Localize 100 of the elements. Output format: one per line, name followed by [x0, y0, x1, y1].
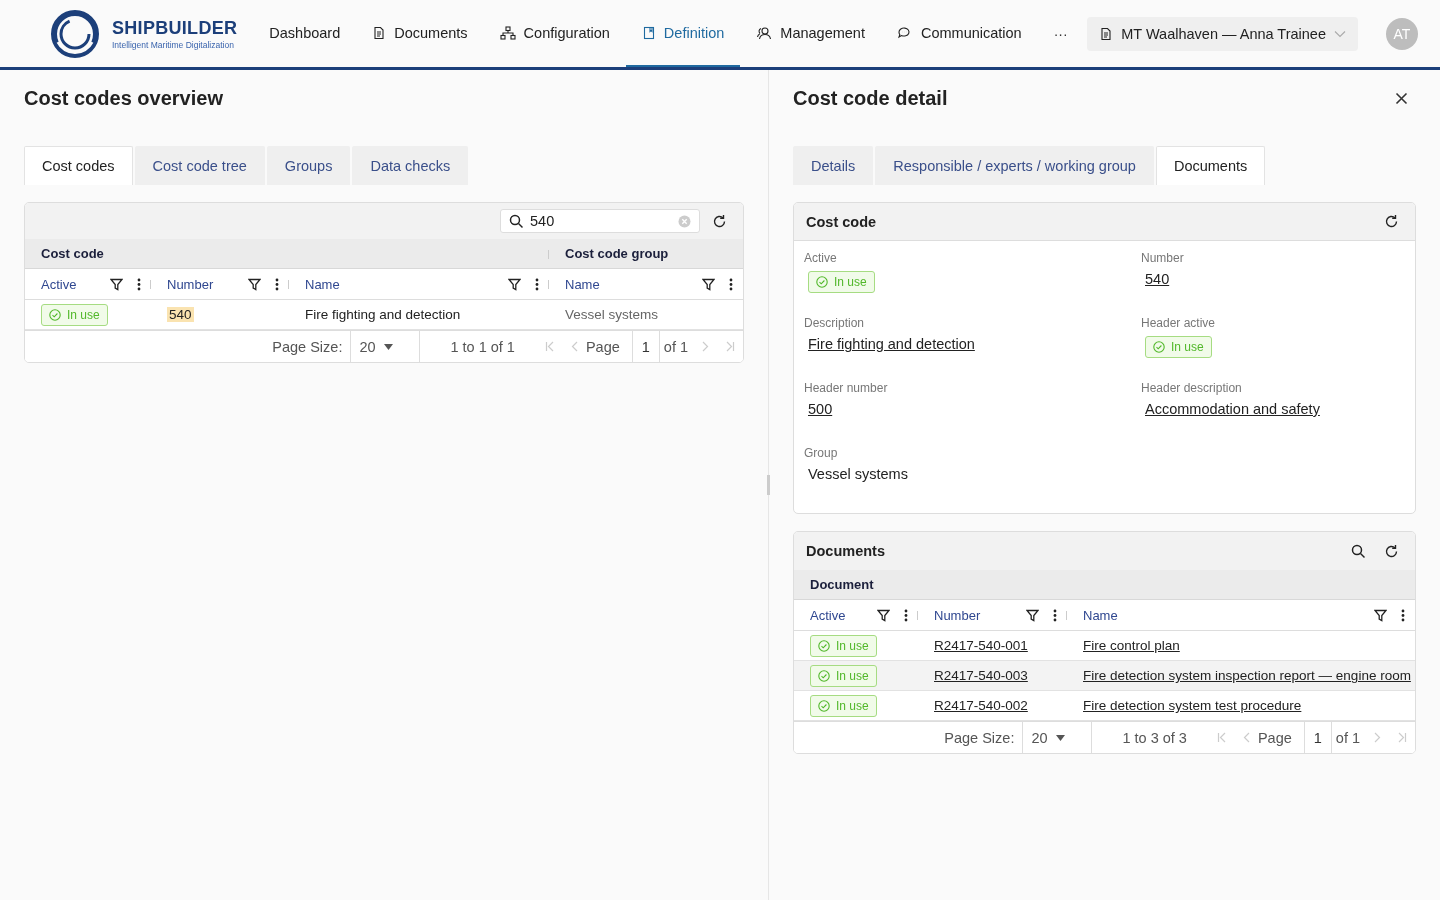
page-label: Page — [585, 337, 621, 357]
column-header[interactable]: Number — [918, 600, 1067, 631]
column-header[interactable]: Name — [549, 269, 743, 300]
refresh-icon[interactable] — [712, 213, 727, 229]
field-label: Number — [1141, 251, 1185, 265]
people-icon — [756, 25, 773, 40]
table-link[interactable]: Fire control plan — [1083, 638, 1180, 653]
tab[interactable]: Data checks — [352, 146, 469, 185]
more-icon[interactable] — [729, 277, 733, 291]
brand-tagline: Intelligent Maritime Digitalization — [112, 39, 235, 50]
filter-icon[interactable] — [702, 277, 715, 291]
column-header[interactable]: Name — [289, 269, 549, 300]
brand-name: SHIPBUILDER — [112, 17, 238, 39]
more-icon[interactable] — [275, 277, 279, 291]
tab[interactable]: Documents — [1155, 146, 1266, 185]
search-icon — [509, 213, 524, 229]
caret-down-icon — [383, 343, 393, 350]
status-badge: In use — [1145, 336, 1212, 358]
nav-tab[interactable]: Definition — [625, 0, 741, 67]
card-title: Cost code — [806, 213, 877, 230]
table-link[interactable]: Fire detection system test procedure — [1083, 698, 1302, 713]
caret-down-icon — [1055, 734, 1065, 741]
tab[interactable]: Cost codes — [24, 146, 133, 185]
nav-tab[interactable]: Documents — [356, 0, 484, 67]
status-badge: In use — [810, 634, 877, 657]
column-header[interactable]: Active — [25, 269, 151, 300]
field-link[interactable]: 540 — [1145, 271, 1170, 287]
filter-icon[interactable] — [1026, 608, 1039, 622]
nav-tab[interactable]: Management — [740, 0, 881, 67]
nav-tab[interactable]: Configuration — [483, 0, 626, 67]
tab[interactable]: Details — [793, 146, 874, 185]
page-size-label: Page Size: — [944, 728, 1016, 748]
row-range: 1 to 1 of 1 — [449, 337, 516, 357]
table-link[interactable]: R2417-540-003 — [934, 668, 1028, 683]
refresh-icon[interactable] — [1384, 543, 1399, 559]
field-label: Header active — [1141, 316, 1217, 330]
column-header[interactable]: Active — [794, 600, 918, 631]
panel-title: Cost codes overview — [24, 86, 223, 110]
page-count: of 1 — [663, 337, 689, 357]
search-icon[interactable] — [1351, 543, 1366, 559]
table-row[interactable]: In use R2417-540-003 Fire detection system inspection report — engine room — [794, 661, 1415, 691]
page-size-select[interactable]: 20 — [1022, 722, 1093, 753]
filter-icon[interactable] — [110, 277, 123, 291]
status-badge: In use — [41, 303, 108, 326]
table-link[interactable]: R2417-540-002 — [934, 698, 1028, 713]
status-badge: In use — [808, 271, 875, 293]
filter-icon[interactable] — [1374, 608, 1387, 622]
card-title: Documents — [806, 543, 885, 559]
table-cell: Vessel systems — [565, 307, 659, 322]
page-number-field[interactable]: 1 — [631, 331, 660, 362]
refresh-icon[interactable] — [1384, 214, 1399, 229]
page-count: of 1 — [1335, 728, 1361, 748]
filter-icon[interactable] — [877, 608, 890, 622]
hierarchy-icon — [499, 25, 516, 40]
field-link[interactable]: Fire fighting and detection — [808, 336, 975, 352]
table-cell: Fire fighting and detection — [305, 307, 461, 322]
field-label: Header number — [804, 381, 889, 395]
page-label: Page — [1257, 728, 1293, 748]
chevron-down-icon — [1334, 29, 1346, 38]
status-badge: In use — [810, 664, 877, 687]
column-group-header: Cost code group — [549, 239, 743, 269]
book-icon — [641, 25, 656, 40]
panel-title: Cost code detail — [793, 86, 948, 110]
filter-icon[interactable] — [248, 277, 261, 291]
field-label: Group — [804, 446, 839, 460]
filter-icon[interactable] — [508, 277, 521, 291]
more-icon[interactable] — [1053, 608, 1057, 622]
field-label: Description — [804, 316, 866, 330]
nav-tab[interactable]: Dashboard — [253, 0, 357, 67]
field-label: Active — [804, 251, 838, 265]
tab[interactable]: Groups — [266, 146, 351, 185]
column-group-header: Cost code — [25, 239, 549, 269]
tab[interactable]: Cost code tree — [134, 146, 265, 185]
column-header[interactable]: Number — [151, 269, 289, 300]
status-badge: In use — [810, 694, 877, 717]
field-label: Header description — [1141, 381, 1243, 395]
page-number-field[interactable]: 1 — [1303, 722, 1332, 753]
row-range: 1 to 3 of 3 — [1121, 728, 1188, 748]
document-icon — [1099, 26, 1114, 41]
more-menu[interactable]: ··· — [1043, 25, 1078, 42]
chat-icon — [896, 25, 913, 40]
page-size-label: Page Size: — [272, 337, 344, 357]
more-icon[interactable] — [535, 277, 539, 291]
search-field[interactable]: 540 — [500, 209, 700, 233]
field-link[interactable]: Accommodation and safety — [1145, 401, 1320, 417]
logo-icon — [50, 8, 100, 59]
page-size-select[interactable]: 20 — [350, 331, 421, 362]
nav-tab[interactable]: Communication — [880, 0, 1038, 67]
table-link[interactable]: Fire detection system inspection report — engine room — [1083, 668, 1411, 683]
more-icon[interactable] — [137, 277, 141, 291]
table-link[interactable]: R2417-540-001 — [934, 638, 1028, 653]
column-header[interactable]: Name — [1067, 600, 1415, 631]
field-value: Vessel systems — [808, 466, 908, 482]
context-selector[interactable]: MT Waalhaven — Anna Trainee — [1087, 16, 1358, 51]
more-icon[interactable] — [904, 608, 908, 622]
splitter-handle[interactable] — [767, 475, 770, 495]
more-icon[interactable] — [1401, 608, 1405, 622]
close-icon[interactable] — [1395, 91, 1408, 105]
tab[interactable]: Responsible / experts / working group — [875, 146, 1154, 185]
field-link[interactable]: 500 — [808, 401, 833, 417]
